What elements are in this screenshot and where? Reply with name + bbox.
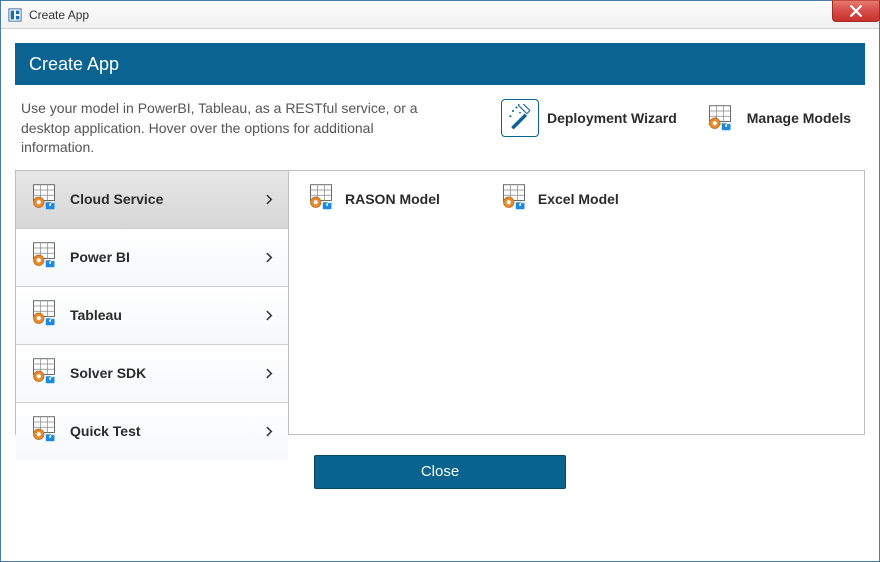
- detail-panel: RASON Model: [289, 171, 864, 434]
- sidebar-item-label: Solver SDK: [70, 365, 252, 381]
- app-icon: [7, 7, 23, 23]
- sheet-gear-icon: [30, 183, 58, 216]
- manage-models-icon: [701, 99, 739, 137]
- sidebar-item-label: Power BI: [70, 249, 252, 265]
- window: Create App Create App Use your model in …: [0, 0, 880, 562]
- deployment-wizard-label: Deployment Wizard: [547, 110, 677, 126]
- sidebar-item-label: Cloud Service: [70, 191, 252, 207]
- sheet-gear-icon: [500, 183, 528, 216]
- sidebar-item-label: Tableau: [70, 307, 252, 323]
- wand-icon: [501, 99, 539, 137]
- window-close-button[interactable]: [832, 0, 880, 22]
- detail-item-label: Excel Model: [538, 191, 619, 207]
- window-title: Create App: [29, 8, 89, 22]
- sidebar-item-quick-test[interactable]: Quick Test: [16, 403, 288, 460]
- detail-rason-model[interactable]: RASON Model: [307, 183, 440, 216]
- dialog-title: Create App: [29, 54, 119, 75]
- detail-item-label: RASON Model: [345, 191, 440, 207]
- intro-text: Use your model in PowerBI, Tableau, as a…: [21, 99, 441, 158]
- manage-models-label: Manage Models: [747, 110, 851, 126]
- close-button-label: Close: [421, 463, 459, 480]
- top-row: Use your model in PowerBI, Tableau, as a…: [15, 85, 865, 170]
- detail-excel-model[interactable]: Excel Model: [500, 183, 619, 216]
- top-actions: Deployment Wizard: [461, 99, 859, 137]
- sheet-gear-icon: [30, 299, 58, 332]
- chevron-right-icon: [264, 252, 274, 262]
- chevron-right-icon: [264, 426, 274, 436]
- chevron-right-icon: [264, 194, 274, 204]
- main-panel: Cloud Service: [15, 170, 865, 435]
- chevron-right-icon: [264, 368, 274, 378]
- close-button[interactable]: Close: [314, 455, 566, 489]
- close-icon: [850, 5, 862, 17]
- content: Create App Use your model in PowerBI, Ta…: [1, 29, 879, 561]
- sheet-gear-icon: [30, 241, 58, 274]
- chevron-right-icon: [264, 310, 274, 320]
- sidebar-item-solver-sdk[interactable]: Solver SDK: [16, 345, 288, 403]
- sidebar-item-label: Quick Test: [70, 423, 252, 439]
- sidebar-item-cloud-service[interactable]: Cloud Service: [16, 171, 288, 229]
- sidebar: Cloud Service: [16, 171, 289, 434]
- sidebar-item-power-bi[interactable]: Power BI: [16, 229, 288, 287]
- titlebar: Create App: [1, 1, 879, 29]
- dialog-header: Create App: [15, 43, 865, 85]
- sheet-gear-icon: [30, 415, 58, 448]
- manage-models-button[interactable]: Manage Models: [701, 99, 851, 137]
- sheet-gear-icon: [307, 183, 335, 216]
- sidebar-item-tableau[interactable]: Tableau: [16, 287, 288, 345]
- deployment-wizard-button[interactable]: Deployment Wizard: [501, 99, 677, 137]
- sheet-gear-icon: [30, 357, 58, 390]
